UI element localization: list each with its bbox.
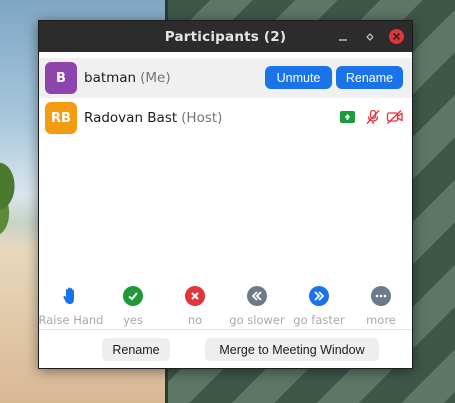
participant-name: Radovan Bast (Host) [84,110,222,126]
unmute-button[interactable]: Unmute [265,66,332,89]
go-faster-icon [309,286,329,306]
reaction-label: Raise Hand [38,313,104,327]
participants-window: Participants (2) B batman (Me) Unmute Ren… [38,20,413,369]
participant-row-self[interactable]: B batman (Me) Unmute Rename [39,58,412,98]
no-x-icon [185,286,205,306]
reaction-label: yes [123,313,143,327]
palm-leaves [0,150,35,240]
raise-hand-icon [61,286,81,306]
participant-row-host[interactable]: RB Radovan Bast (Host) [39,98,412,138]
go-slower-icon [247,286,267,306]
footer-divider [39,329,412,330]
yes-check-icon [123,286,143,306]
participant-name: batman (Me) [84,70,171,86]
more-icon [371,286,391,306]
screen-share-icon [340,111,355,123]
reaction-no[interactable]: no [164,283,226,328]
mic-muted-icon [365,109,381,125]
close-icon[interactable] [389,29,404,44]
reaction-raise-hand[interactable]: Raise Hand [38,283,104,328]
participant-role: (Host) [181,110,223,126]
reaction-more[interactable]: more [350,283,412,328]
participant-name-text: Radovan Bast [84,110,178,126]
avatar: B [45,62,77,94]
avatar: RB [45,102,77,134]
reaction-go-slower[interactable]: go slower [226,283,288,328]
participant-role: (Me) [140,70,171,86]
video-off-icon [386,109,404,125]
participant-name-text: batman [84,70,137,86]
rename-button[interactable]: Rename [102,338,170,361]
maximize-icon[interactable] [362,29,377,44]
merge-to-meeting-window-button[interactable]: Merge to Meeting Window [205,338,379,361]
reaction-label: go slower [229,313,285,327]
minimize-icon[interactable] [335,29,350,44]
reaction-go-faster[interactable]: go faster [288,283,350,328]
rename-participant-button[interactable]: Rename [336,66,403,89]
window-title: Participants (2) [164,28,287,45]
reaction-label: no [187,313,203,327]
reaction-label: more [366,313,396,327]
reaction-yes[interactable]: yes [102,283,164,328]
reaction-label: go faster [293,313,345,327]
nonverbal-feedback-bar: Raise Hand yes no go slower go faster mo… [39,283,412,328]
title-bar[interactable]: Participants (2) [39,21,412,52]
